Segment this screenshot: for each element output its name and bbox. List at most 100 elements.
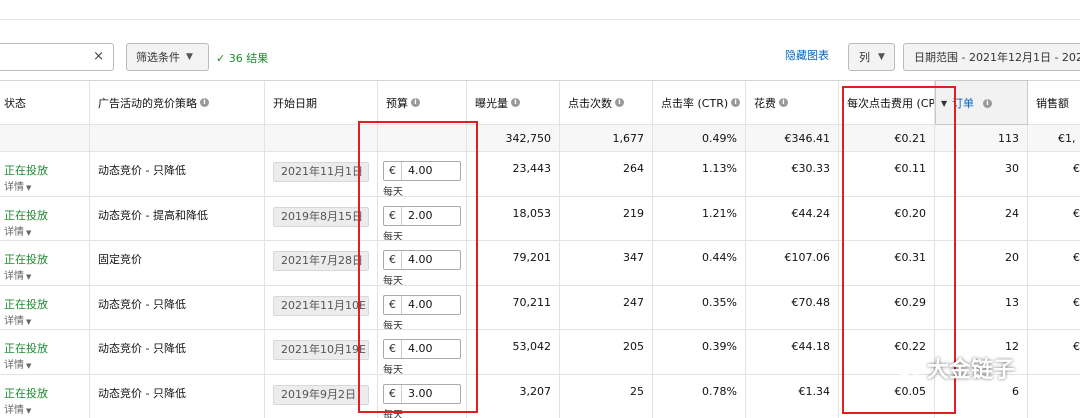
sales-cell: €	[1073, 162, 1080, 175]
spend-cell: €30.33	[746, 152, 839, 196]
columns-button[interactable]: 列 ▼	[848, 43, 895, 71]
budget-value: 4.00	[408, 297, 433, 311]
start-date-field: 2021年10月19E	[273, 340, 369, 360]
budget-input[interactable]: € 4.00	[383, 339, 461, 359]
info-icon[interactable]: i	[779, 98, 788, 107]
per-day-label: 每天	[383, 231, 403, 241]
details-toggle[interactable]: 详情 ▼	[4, 357, 89, 374]
chevron-down-icon: ▼	[878, 52, 885, 62]
header-strategy[interactable]: 广告活动的竞价策略 i	[90, 81, 265, 124]
status-cell: 正在投放 详情 ▼	[0, 241, 90, 285]
start-date-field: 2019年9月2日	[273, 384, 369, 405]
budget-cell: € 4.00 每天	[378, 241, 467, 285]
header-spend[interactable]: 花费 i	[746, 81, 839, 124]
strategy-cell: 动态竞价 - 只降低	[90, 330, 265, 374]
budget-value: 4.00	[408, 164, 433, 177]
header-impressions[interactable]: 曝光量 i	[467, 81, 560, 124]
details-toggle[interactable]: 详情 ▼	[4, 224, 89, 241]
total-clicks: 1,677	[560, 125, 653, 151]
total-ctr: 0.49%	[653, 125, 746, 151]
hide-chart-link[interactable]: 隐藏图表	[785, 47, 829, 63]
sales-cell: €	[1073, 206, 1080, 220]
caret-down-icon: ▼	[26, 228, 32, 237]
filter-button[interactable]: 筛选条件 ▼	[126, 43, 209, 71]
budget-input[interactable]: € 4.00	[383, 294, 461, 315]
info-icon[interactable]: i	[731, 98, 741, 107]
sales-cell: €	[1073, 340, 1080, 353]
strategy-cell: 动态竞价 - 只降低	[90, 152, 265, 196]
budget-cell: € 4.00 每天	[378, 285, 467, 329]
budget-input[interactable]: € 3.00	[383, 383, 461, 404]
info-icon[interactable]: i	[615, 98, 624, 107]
per-day-label: 每天	[383, 276, 403, 285]
status-badge: 正在投放	[4, 297, 48, 311]
orders-cell: 13	[935, 285, 1028, 329]
table-row: 正在投放 详情 ▼ 动态竞价 - 只降低 2021年11月1日 € 4.00 每天…	[0, 152, 1080, 197]
strategy-cell: 动态竞价 - 提高和降低	[90, 196, 265, 240]
budget-value: 4.00	[408, 342, 433, 355]
clicks-cell: 205	[560, 330, 653, 374]
status-cell: 正在投放 详情 ▼	[0, 196, 90, 241]
clicks-cell: 264	[560, 152, 653, 196]
currency-symbol: €	[384, 162, 402, 180]
impressions-cell: 79,201	[467, 241, 560, 285]
sales-cell: €	[1073, 295, 1080, 309]
start-date-field: 2021年11月1日	[273, 162, 369, 182]
caret-down-icon: ▼	[26, 184, 32, 192]
header-clicks[interactable]: 点击次数 i	[560, 81, 653, 124]
strategy-cell: 动态竞价 - 只降低	[90, 374, 265, 418]
clicks-cell: 247	[560, 285, 653, 329]
ctr-cell: 0.39%	[653, 330, 746, 374]
info-icon[interactable]: i	[200, 98, 209, 107]
watermark: 大金链子	[893, 352, 1015, 384]
details-toggle[interactable]: 详情 ▼	[4, 402, 89, 418]
budget-value: 2.00	[408, 208, 433, 222]
orders-column-sort-handle[interactable]: ▼ 订单 i	[935, 80, 1028, 125]
sales-cell	[1028, 375, 1080, 418]
header-sales[interactable]: 销售额	[1028, 81, 1080, 124]
caret-down-icon: ▼	[26, 362, 32, 370]
budget-cell: € 2.00 每天	[378, 196, 467, 241]
sort-down-icon[interactable]: ▼	[941, 99, 947, 108]
table-row: 正在投放 详情 ▼ 动态竞价 - 提高和降低 2019年8月15日 € 2.00 …	[0, 196, 1080, 241]
header-start-date[interactable]: 开始日期	[265, 81, 378, 124]
info-icon[interactable]: i	[511, 98, 520, 107]
details-toggle[interactable]: 详情 ▼	[4, 179, 89, 196]
status-cell: 正在投放 详情 ▼	[0, 285, 90, 330]
info-icon[interactable]: i	[983, 99, 992, 108]
spend-cell: €70.48	[746, 285, 839, 329]
clear-search-icon[interactable]: ×	[93, 49, 104, 64]
caret-down-icon: ▼	[26, 273, 32, 281]
budget-input[interactable]: € 2.00	[383, 205, 461, 226]
header-budget[interactable]: 预算 i	[378, 81, 467, 124]
search-input[interactable]: ×	[0, 43, 114, 71]
budget-input[interactable]: € 4.00	[383, 250, 461, 270]
details-toggle[interactable]: 详情 ▼	[4, 268, 89, 285]
cpc-cell: €0.11	[839, 152, 935, 196]
start-date-cell: 2019年8月15日	[265, 196, 378, 240]
details-toggle[interactable]: 详情 ▼	[4, 313, 89, 330]
ctr-cell: 0.44%	[653, 241, 746, 285]
header-status[interactable]: 状态	[0, 81, 90, 124]
start-date-field: 2019年8月15日	[273, 206, 369, 227]
per-day-label: 每天	[383, 409, 403, 418]
start-date-cell: 2021年11月10E	[265, 285, 378, 329]
strategy-cell: 动态竞价 - 只降低	[90, 285, 265, 329]
budget-cell: € 4.00 每天	[378, 330, 467, 374]
impressions-cell: 53,042	[467, 330, 560, 374]
cpc-cell: €0.20	[839, 196, 935, 240]
chevron-down-icon: ▼	[186, 52, 193, 62]
spend-cell: €44.24	[746, 196, 839, 240]
date-range-button[interactable]: 日期范围 - 2021年12月1日 - 202	[903, 43, 1080, 71]
spend-cell: €44.18	[746, 330, 839, 374]
orders-cell: 30	[935, 152, 1028, 196]
currency-symbol: €	[384, 384, 402, 403]
start-date-field: 2021年7月28日	[273, 251, 369, 271]
budget-input[interactable]: € 4.00	[383, 161, 461, 181]
budget-cell: € 3.00 每天	[378, 374, 467, 418]
impressions-cell: 23,443	[467, 152, 560, 196]
header-cpc[interactable]: 每次点击费用 (CPC)	[839, 81, 935, 124]
header-ctr[interactable]: 点击率 (CTR) i	[653, 81, 746, 124]
strategy-cell: 固定竞价	[90, 241, 265, 285]
info-icon[interactable]: i	[411, 98, 420, 107]
